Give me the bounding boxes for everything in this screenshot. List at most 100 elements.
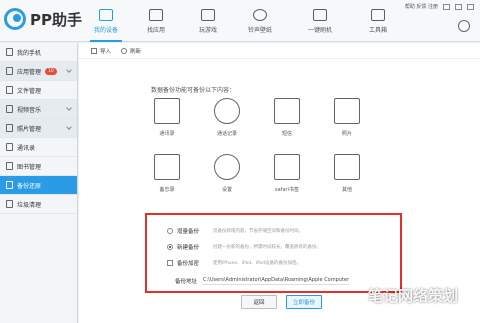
tile-label: 照片	[341, 131, 352, 137]
tile-label: 设置	[221, 187, 232, 193]
sidebar-item-label: 文件管理	[17, 87, 42, 95]
tile-contacts: 通讯录	[147, 98, 187, 137]
app-logo: PP助手	[4, 8, 82, 30]
nav-my-device[interactable]: 我的设备	[82, 0, 130, 42]
sidebar-item-books[interactable]: 图书管理	[0, 157, 77, 176]
nav-ringtones[interactable]: 铃声壁纸	[234, 0, 286, 42]
sidebar-item-label: 通讯录	[17, 144, 36, 152]
sidebar-item-backup[interactable]: 备份还原	[0, 176, 77, 195]
option-desc: 仅备份新增内容，节省存储空间和备份时间。	[213, 229, 303, 234]
back-button[interactable]: 返回	[241, 295, 277, 309]
sidebar-item-label: 应用管理	[17, 68, 42, 76]
tile-photos: 照片	[327, 98, 367, 137]
nav-label: 一键刷机	[307, 26, 332, 34]
nav-find-apps[interactable]: 找应用	[130, 0, 182, 42]
book-icon	[6, 162, 13, 170]
sidebar-item-contacts[interactable]: 通讯录	[0, 138, 77, 157]
sidebar-item-apps[interactable]: 应用管理 10	[0, 62, 77, 81]
option-desc: 使用iPhone、iPad、iPod设备的备份加密。	[213, 261, 301, 266]
download-icon[interactable]	[458, 20, 470, 32]
tile-label: 备忘录	[159, 187, 175, 193]
tile-label: 通讯录	[159, 131, 175, 137]
sidebar-item-label: 视频音乐	[17, 106, 42, 114]
nav-label: 工具箱	[368, 26, 387, 34]
app-count-badge: 10	[45, 67, 57, 75]
backup-path-value[interactable]: C:\Users\Administrator\AppData\Roaming\A…	[203, 277, 350, 285]
close-icon[interactable]	[467, 3, 474, 10]
minimize-icon[interactable]	[455, 3, 462, 10]
folder-icon	[6, 86, 13, 94]
sidebar-item-photos[interactable]: 照片管理	[0, 119, 77, 138]
sms-icon	[274, 98, 300, 124]
contacts-book-icon	[154, 98, 180, 124]
app-store-icon	[149, 8, 163, 21]
option-incremental[interactable]: 增量备份 仅备份新增内容，节省存储空间和备份时间。	[167, 227, 303, 235]
option-label: 增量备份	[177, 229, 200, 235]
chevron-down-icon[interactable]	[66, 124, 72, 130]
main-panel: 导入 刷新 数据备份功能可备份以下内容： 通讯录 通话记录 短信 照片 备忘录	[79, 43, 480, 323]
trash-icon	[6, 200, 13, 208]
nav-flash[interactable]: 一键刷机	[294, 0, 346, 42]
app-logo-text: PP助手	[30, 10, 82, 29]
backup-options-panel: 增量备份 仅备份新增内容，节省存储空间和备份时间。 新建备份 创建一份新的备份，…	[145, 213, 402, 293]
contacts-icon	[6, 143, 13, 151]
encrypt-checkbox[interactable]	[167, 260, 173, 266]
tile-label: safari书签	[275, 187, 299, 193]
start-backup-button[interactable]: 立即备份	[286, 295, 322, 309]
tile-settings: 设置	[207, 154, 247, 193]
gamepad-icon	[201, 8, 215, 21]
device-icon	[99, 8, 113, 21]
sidebar-item-media[interactable]: 视频音乐	[0, 100, 77, 119]
backup-section-title: 数据备份功能可备份以下内容：	[151, 87, 236, 94]
nav-games[interactable]: 玩游戏	[182, 0, 234, 42]
import-button[interactable]: 导入	[91, 47, 111, 55]
bookmark-icon	[274, 154, 300, 180]
tile-other: 其他	[327, 154, 367, 193]
feedback-links[interactable]: 帮助 反馈 注册	[405, 3, 438, 10]
nav-label: 找应用	[146, 26, 165, 34]
nav-toolbox[interactable]: 工具箱	[352, 0, 404, 42]
sidebar-item-label: 图书管理	[17, 163, 42, 171]
backup-icon	[6, 181, 13, 189]
top-bar: PP助手 我的设备 找应用 玩游戏 铃声壁纸 一键刷机 工具箱 帮助 反馈 注册	[0, 0, 480, 42]
chevron-down-icon[interactable]	[66, 105, 72, 111]
call-log-icon	[214, 98, 240, 124]
option-label: 备份加密	[177, 261, 200, 267]
apps-icon	[6, 67, 13, 75]
media-icon	[6, 105, 13, 113]
sidebar-item-label: 照片管理	[17, 125, 42, 133]
photo-icon	[6, 124, 13, 132]
sidebar-item-files[interactable]: 文件管理	[0, 81, 77, 100]
sidebar-item-cleanup[interactable]: 垃圾清理	[0, 195, 77, 214]
tile-memo: 备忘录	[147, 154, 187, 193]
watermark: 笔记网络策划	[368, 287, 459, 305]
main-nav: 我的设备 找应用 玩游戏 铃声壁纸 一键刷机 工具箱	[82, 0, 404, 42]
tile-label: 其他	[341, 187, 352, 193]
memo-icon	[154, 154, 180, 180]
chevron-down-icon[interactable]	[66, 67, 72, 73]
sidebar-item-my-phone[interactable]: 我的手机	[0, 43, 77, 62]
refresh-button[interactable]: 刷新	[121, 47, 141, 55]
new-backup-radio[interactable]	[167, 244, 173, 250]
tile-safari-bookmarks: safari书签	[267, 154, 307, 193]
sidebar-item-label: 我的手机	[17, 49, 42, 57]
option-encrypt[interactable]: 备份加密 使用iPhone、iPad、iPod设备的备份加密。	[167, 259, 301, 267]
option-new-backup[interactable]: 新建备份 创建一份新的备份，所需时间较长，覆盖原有的备份。	[167, 243, 321, 251]
title-tools: 帮助 反馈 注册	[405, 3, 474, 10]
flash-icon	[313, 8, 327, 21]
sidebar-item-label: 垃圾清理	[17, 201, 42, 209]
ringtone-icon	[253, 8, 267, 21]
nav-label: 我的设备	[93, 26, 118, 34]
image-icon	[334, 98, 360, 124]
settings-gear-icon	[214, 154, 240, 180]
incremental-radio[interactable]	[167, 228, 173, 234]
refresh-label: 刷新	[130, 48, 142, 55]
option-desc: 创建一份新的备份，所需时间较长，覆盖原有的备份。	[213, 245, 321, 250]
option-label: 新建备份	[177, 245, 200, 251]
backup-path-label: 备份地址	[175, 279, 198, 285]
tile-label: 短信	[281, 131, 292, 137]
import-label: 导入	[100, 48, 112, 55]
tile-sms: 短信	[267, 98, 307, 137]
sidebar-item-label: 备份还原	[17, 182, 42, 190]
menu-icon[interactable]	[443, 3, 450, 10]
